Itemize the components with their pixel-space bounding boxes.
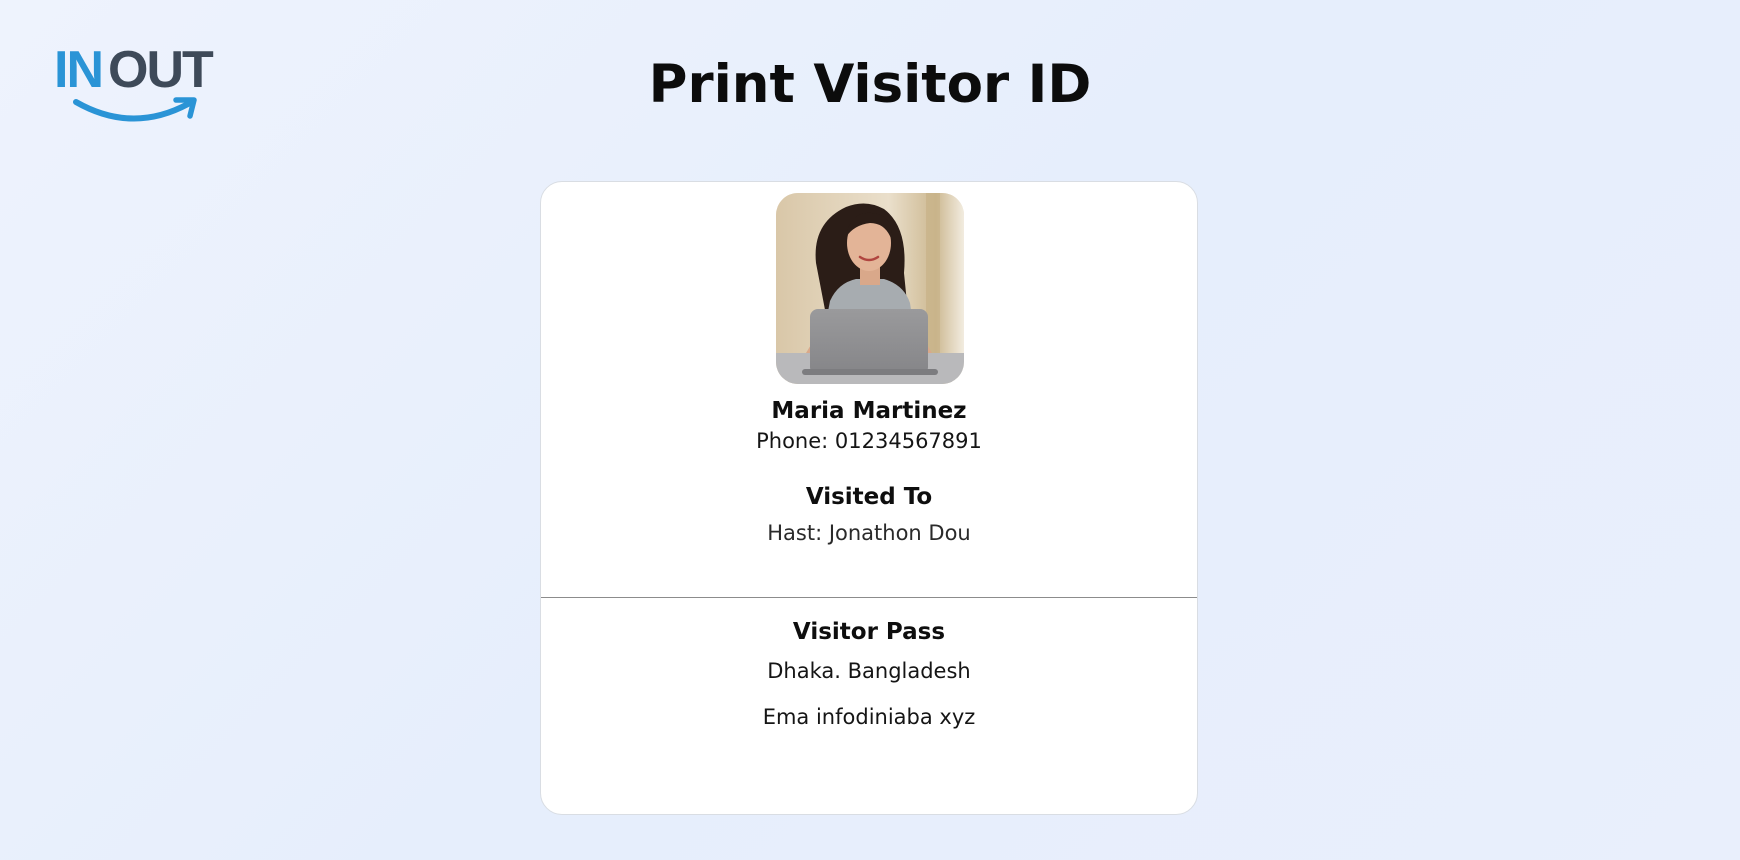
page-title: Print Visitor ID xyxy=(648,54,1092,115)
card-divider xyxy=(541,597,1197,598)
visitor-name: Maria Martinez xyxy=(771,398,967,424)
visitor-pass-heading: Visitor Pass xyxy=(792,619,946,645)
host-name: Hast: Jonathon Dou xyxy=(767,521,971,545)
pass-company: Ema infodiniaba xyz xyxy=(762,705,976,729)
visited-to-heading: Visited To xyxy=(805,484,933,510)
visitor-photo xyxy=(776,193,964,384)
visitor-id-card: Maria Martinez Phone: 01234567891 Visite… xyxy=(540,181,1198,815)
pass-location: Dhaka. Bangladesh xyxy=(767,659,971,683)
visitor-phone: Phone: 01234567891 xyxy=(756,429,982,453)
